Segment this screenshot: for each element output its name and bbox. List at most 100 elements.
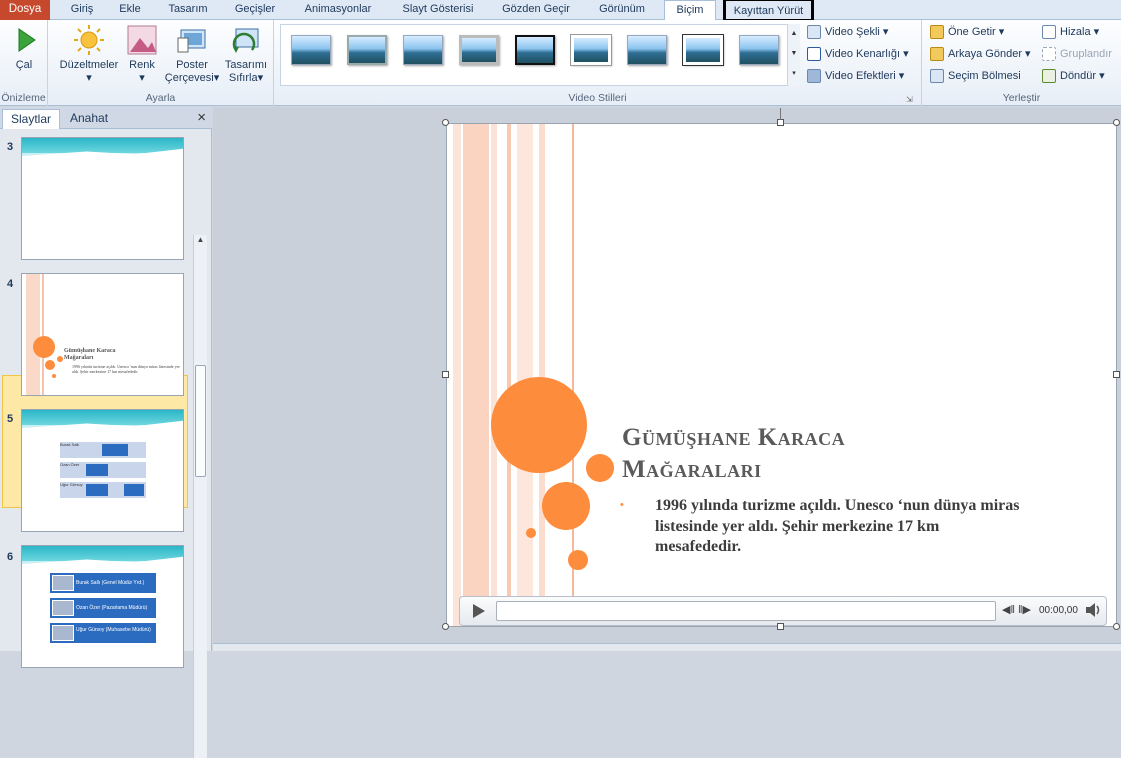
poster-frame-button[interactable]: Poster Çerçevesi▾ [164,24,220,85]
slides-panel: Slaytlar Anahat × 3 4 Gümüşhane Karaca M… [0,107,212,758]
wave-decoration [22,546,183,564]
slide-number: 5 [7,413,14,425]
video-shape-button[interactable]: Video Şekli ▾ [807,22,888,42]
wave-decoration [22,138,183,156]
volume-icon[interactable] [1084,601,1102,622]
tab-animations[interactable]: Animasyonlar [292,0,384,20]
resize-handle[interactable] [777,119,784,126]
group-adjust: Düzeltmeler ▾ Renk ▾ Poster Çerçevesi▾ Tasa… [48,20,274,106]
selection-pane-button[interactable]: Seçim Bölmesi [930,66,1021,86]
scroll-up-icon[interactable]: ▲ [194,235,207,244]
org-label: Burak Sallı [60,442,80,447]
video-style-option[interactable] [739,35,779,65]
group-arrange: Öne Getir ▾ Arkaya Gönder ▾ Seçim Bölmes… [922,20,1121,106]
slide-number: 6 [7,551,14,563]
play-button[interactable]: Çal [6,24,42,72]
resize-handle[interactable] [1113,119,1120,126]
bring-forward-button[interactable]: Öne Getir ▾ [930,22,1004,42]
resize-handle[interactable] [442,623,449,630]
bring-forward-label: Öne Getir [948,26,996,38]
notes-splitter[interactable] [213,643,1121,651]
slide-thumbnail-4[interactable]: Gümüşhane Karaca Mağaraları 1996 yılında… [21,273,184,396]
step-back-icon[interactable]: ◀‖ [1002,603,1015,616]
reset-design-button[interactable]: Tasarımı Sıfırla▾ [222,24,270,85]
play-icon[interactable] [472,603,486,622]
circle-decoration [57,356,63,362]
tab-insert[interactable]: Ekle [108,0,152,20]
media-timeline[interactable] [496,601,996,621]
video-border-button[interactable]: Video Kenarlığı ▾ [807,44,909,64]
video-effects-button[interactable]: Video Efektleri ▾ [807,66,904,86]
tab-slide-show[interactable]: Slayt Gösterisi [390,0,486,20]
current-slide[interactable]: Gümüşhane Karaca Mağaraları • 1996 yılın… [446,123,1117,627]
video-style-option[interactable] [291,35,331,65]
tab-transitions[interactable]: Geçişler [224,0,286,20]
picture-placeholder [52,600,74,616]
tab-file[interactable]: Dosya [0,0,50,20]
dropdown-arrow-icon: ▾ [213,72,220,84]
ribbon: Çal Önizleme Düzeltmeler ▾ Renk ▾ Poster Çe… [0,20,1121,106]
group-button[interactable]: Gruplandır [1042,44,1112,64]
corrections-button[interactable]: Düzeltmeler ▾ [56,24,122,85]
resize-handle[interactable] [777,623,784,630]
resize-handle[interactable] [1113,623,1120,630]
gallery-down-icon[interactable]: ▼ [788,44,800,64]
stripe-decoration [463,124,489,626]
group-label-video-styles: Video Stilleri [568,92,627,104]
video-shape-icon [807,25,821,40]
gallery-up-icon[interactable]: ▲ [788,24,800,44]
circle-decoration [542,482,590,530]
gallery-more-icon[interactable]: ▾ [788,64,800,84]
rotate-button[interactable]: Döndür ▾ [1042,66,1105,86]
video-style-option[interactable] [403,35,443,65]
resize-handle[interactable] [442,371,449,378]
group-icon [1042,47,1056,62]
gallery-scroll[interactable]: ▲ ▼ ▾ [787,24,800,86]
picture-placeholder [52,625,74,641]
video-style-option[interactable] [459,35,499,65]
video-style-option[interactable] [570,34,612,66]
org-box [86,464,108,476]
bring-forward-icon [930,25,944,40]
video-style-option[interactable] [627,35,667,65]
slide-thumbnail-5[interactable]: Burak Sallı Ozan Özer Uğur Gürsoy [21,409,184,532]
panel-tabs: Slaytlar Anahat × [0,107,212,129]
panel-scrollbar[interactable]: ▲ [193,235,207,758]
send-backward-button[interactable]: Arkaya Gönder ▾ [930,44,1031,64]
tab-format[interactable]: Biçim [664,0,716,21]
slide-body-text[interactable]: 1996 yılında turizme açıldı. Unesco ‘nun… [655,496,1025,558]
thumb-title: Gümüşhane Karaca Mağaraları [64,348,116,361]
slide-thumbnail-3[interactable] [21,137,184,260]
resize-handle[interactable] [1113,371,1120,378]
circle-decoration [586,454,614,482]
poster-frame-label-2: Çerçevesi [164,72,214,84]
align-button[interactable]: Hizala ▾ [1042,22,1099,42]
slide-title[interactable]: Gümüşhane Karaca Mağaraları [622,422,982,486]
stripe-decoration [539,124,545,626]
tab-home[interactable]: Giriş [58,0,106,20]
slide-number: 4 [7,278,14,290]
dialog-launcher-icon[interactable]: ⇲ [906,95,913,104]
tab-review[interactable]: Gözden Geçir [494,0,578,20]
slide-thumbnail-6[interactable]: Burak Sallı (Genel Müdür Yrd.) Ozan Özer… [21,545,184,668]
resize-handle[interactable] [442,119,449,126]
tab-design[interactable]: Tasarım [158,0,218,20]
tab-playback[interactable]: Kayıttan Yürüt [723,0,814,22]
reset-design-label: Tasarımı [224,59,268,71]
tab-view[interactable]: Görünüm [584,0,660,20]
video-styles-gallery [280,24,800,86]
video-style-option[interactable] [515,35,555,65]
send-backward-icon [930,47,944,62]
tab-outline[interactable]: Anahat [62,109,116,129]
video-style-option[interactable] [682,34,724,66]
scrollbar-thumb[interactable] [195,365,206,477]
tab-slides[interactable]: Slaytlar [2,109,61,129]
video-style-option[interactable] [347,35,387,65]
stripe-decoration [491,124,497,626]
poster-frame-label: Poster [176,59,208,71]
color-button[interactable]: Renk ▾ [124,24,160,85]
media-player-bar: ◀‖ ‖▶ 00:00,00 [459,596,1107,626]
org-box [124,484,144,496]
close-panel-icon[interactable]: × [197,109,206,126]
step-forward-icon[interactable]: ‖▶ [1018,603,1031,616]
